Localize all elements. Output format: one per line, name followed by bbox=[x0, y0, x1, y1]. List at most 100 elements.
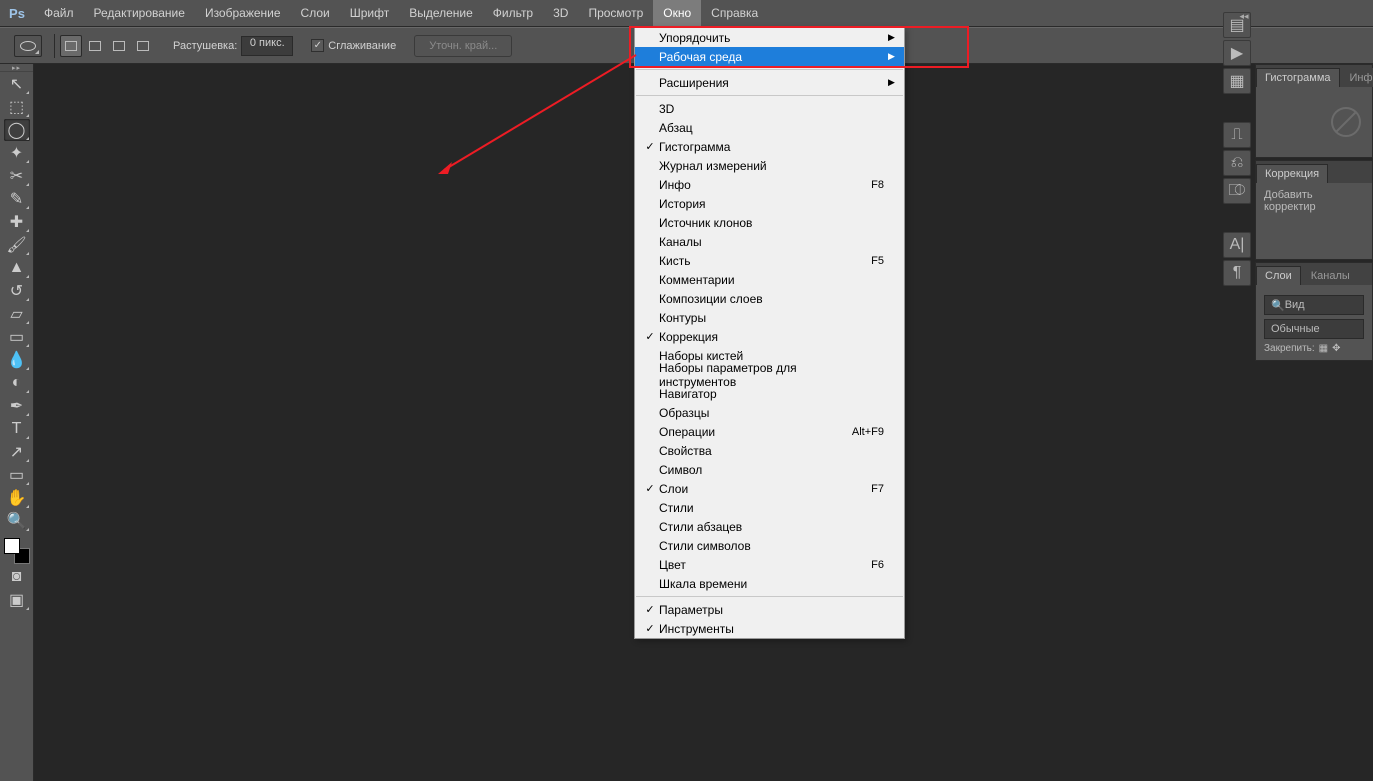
menu-item[interactable]: Образцы bbox=[635, 403, 904, 422]
color-swatch[interactable] bbox=[4, 538, 30, 564]
menu-item[interactable]: ✓Гистограмма bbox=[635, 137, 904, 156]
info-tab[interactable]: Инфо bbox=[1341, 68, 1373, 87]
menu-item[interactable]: 3D bbox=[635, 99, 904, 118]
lock-position-icon[interactable]: ✥ bbox=[1332, 343, 1340, 354]
menu-item[interactable]: Расширения▶ bbox=[635, 73, 904, 92]
hand-tool[interactable]: ✋ bbox=[4, 487, 30, 509]
menu-item[interactable]: ЦветF6 bbox=[635, 555, 904, 574]
dock-navigator-icon[interactable]: ▶ bbox=[1223, 40, 1251, 66]
history-brush-tool[interactable]: ↺ bbox=[4, 280, 30, 302]
menu-window[interactable]: Окно bbox=[653, 0, 701, 27]
menu-item[interactable]: Абзац bbox=[635, 118, 904, 137]
type-tool[interactable]: T bbox=[4, 418, 30, 440]
dock-swatches-icon[interactable]: ▦ bbox=[1223, 68, 1251, 94]
blur-tool[interactable]: 💧 bbox=[4, 349, 30, 371]
menu-file[interactable]: Файл bbox=[34, 0, 84, 27]
menu-item[interactable]: Символ bbox=[635, 460, 904, 479]
menu-3d[interactable]: 3D bbox=[543, 0, 578, 27]
stamp-tool[interactable]: ▲ bbox=[4, 257, 30, 279]
histogram-body bbox=[1256, 87, 1372, 157]
menu-item[interactable]: КистьF5 bbox=[635, 251, 904, 270]
tool-preset-picker[interactable] bbox=[14, 35, 42, 57]
app-logo: Ps bbox=[0, 0, 34, 27]
menu-layers[interactable]: Слои bbox=[291, 0, 340, 27]
menu-item[interactable]: Каналы bbox=[635, 232, 904, 251]
layer-filter-kind[interactable]: 🔍 Вид bbox=[1264, 295, 1364, 315]
menu-item[interactable]: Комментарии bbox=[635, 270, 904, 289]
pen-tool[interactable]: ✒ bbox=[4, 395, 30, 417]
brush-tool[interactable]: 🖌 bbox=[4, 234, 30, 256]
quickmask-button[interactable]: ◙ bbox=[4, 566, 30, 588]
menu-item[interactable]: ✓СлоиF7 bbox=[635, 479, 904, 498]
menu-item[interactable]: ✓Инструменты bbox=[635, 619, 904, 638]
refine-edge-button[interactable]: Уточн. край... bbox=[414, 35, 512, 57]
menu-separator bbox=[636, 596, 903, 597]
lock-pixels-icon[interactable]: ▦ bbox=[1319, 343, 1328, 354]
lasso-tool[interactable]: ◯ bbox=[4, 119, 30, 141]
shape-tool[interactable]: ▭ bbox=[4, 464, 30, 486]
histogram-tab[interactable]: Гистограмма bbox=[1256, 68, 1340, 87]
menu-item[interactable]: ✓Параметры bbox=[635, 600, 904, 619]
eraser-tool[interactable]: ▱ bbox=[4, 303, 30, 325]
blend-mode-select[interactable]: Обычные bbox=[1264, 319, 1364, 339]
selection-add-button[interactable] bbox=[84, 35, 106, 57]
menu-separator bbox=[636, 69, 903, 70]
dock-brushes-icon[interactable]: ⎍ bbox=[1223, 122, 1251, 148]
move-tool[interactable]: ↖ bbox=[4, 73, 30, 95]
dock-brushpresets-icon[interactable]: ⎌ bbox=[1223, 150, 1251, 176]
menu-item[interactable]: Источник клонов bbox=[635, 213, 904, 232]
gradient-tool[interactable]: ▭ bbox=[4, 326, 30, 348]
adjustments-tab[interactable]: Коррекция bbox=[1256, 164, 1328, 183]
menu-item[interactable]: Рабочая среда▶ bbox=[635, 47, 904, 66]
menu-item[interactable]: Упорядочить▶ bbox=[635, 28, 904, 47]
menu-item[interactable]: Стили bbox=[635, 498, 904, 517]
menu-item[interactable]: Стили абзацев bbox=[635, 517, 904, 536]
menu-item[interactable]: Контуры bbox=[635, 308, 904, 327]
menu-item[interactable]: ИнфоF8 bbox=[635, 175, 904, 194]
foreground-color[interactable] bbox=[4, 538, 20, 554]
menu-edit[interactable]: Редактирование bbox=[84, 0, 195, 27]
channels-tab[interactable]: Каналы bbox=[1302, 266, 1359, 285]
menu-item[interactable]: Журнал измерений bbox=[635, 156, 904, 175]
menu-select[interactable]: Выделение bbox=[399, 0, 483, 27]
screenmode-button[interactable]: ▣ bbox=[4, 589, 30, 611]
menu-item[interactable]: История bbox=[635, 194, 904, 213]
dock-clone-icon[interactable]: ⎄ bbox=[1223, 178, 1251, 204]
marquee-tool[interactable]: ⬚ bbox=[4, 96, 30, 118]
menu-item[interactable]: Свойства bbox=[635, 441, 904, 460]
feather-input[interactable]: 0 пикс. bbox=[241, 36, 293, 56]
window-menu-dropdown: Упорядочить▶Рабочая среда▶ Расширения▶ 3DА… bbox=[634, 27, 905, 639]
menu-item[interactable]: Наборы параметров для инструментов bbox=[635, 365, 904, 384]
menu-image[interactable]: Изображение bbox=[195, 0, 291, 27]
menu-view[interactable]: Просмотр bbox=[578, 0, 653, 27]
dock-character-icon[interactable]: A| bbox=[1223, 232, 1251, 258]
collapse-panels-button[interactable]: ◂◂ bbox=[1235, 10, 1253, 22]
menu-item[interactable]: Навигатор bbox=[635, 384, 904, 403]
selection-subtract-button[interactable] bbox=[108, 35, 130, 57]
menu-item[interactable]: Шкала времени bbox=[635, 574, 904, 593]
layers-body: 🔍 Вид Обычные Закрепить: ▦ ✥ bbox=[1256, 285, 1372, 360]
wand-tool[interactable]: ✦ bbox=[4, 142, 30, 164]
eyedropper-tool[interactable]: ✎ bbox=[4, 188, 30, 210]
menu-item[interactable]: Композиции слоев bbox=[635, 289, 904, 308]
feather-label: Растушевка: bbox=[173, 40, 237, 52]
menu-item[interactable]: ОперацииAlt+F9 bbox=[635, 422, 904, 441]
menu-type[interactable]: Шрифт bbox=[340, 0, 399, 27]
antialias-checkbox[interactable]: ✓ bbox=[311, 39, 324, 52]
zoom-tool[interactable]: 🔍 bbox=[4, 510, 30, 532]
selection-new-button[interactable] bbox=[60, 35, 82, 57]
menu-help[interactable]: Справка bbox=[701, 0, 768, 27]
selection-intersect-button[interactable] bbox=[132, 35, 154, 57]
toolbar-expander[interactable]: ▸▸ bbox=[0, 64, 33, 72]
dodge-tool[interactable]: ◐ bbox=[4, 372, 30, 394]
menu-item[interactable]: Стили символов bbox=[635, 536, 904, 555]
dock-paragraph-icon[interactable]: ¶ bbox=[1223, 260, 1251, 286]
crop-tool[interactable]: ✂ bbox=[4, 165, 30, 187]
separator bbox=[54, 34, 55, 58]
menu-item[interactable]: ✓Коррекция bbox=[635, 327, 904, 346]
heal-tool[interactable]: ✚ bbox=[4, 211, 30, 233]
layers-tab[interactable]: Слои bbox=[1256, 266, 1301, 285]
lock-label: Закрепить: bbox=[1264, 343, 1315, 354]
path-tool[interactable]: ↗ bbox=[4, 441, 30, 463]
menu-filter[interactable]: Фильтр bbox=[483, 0, 543, 27]
